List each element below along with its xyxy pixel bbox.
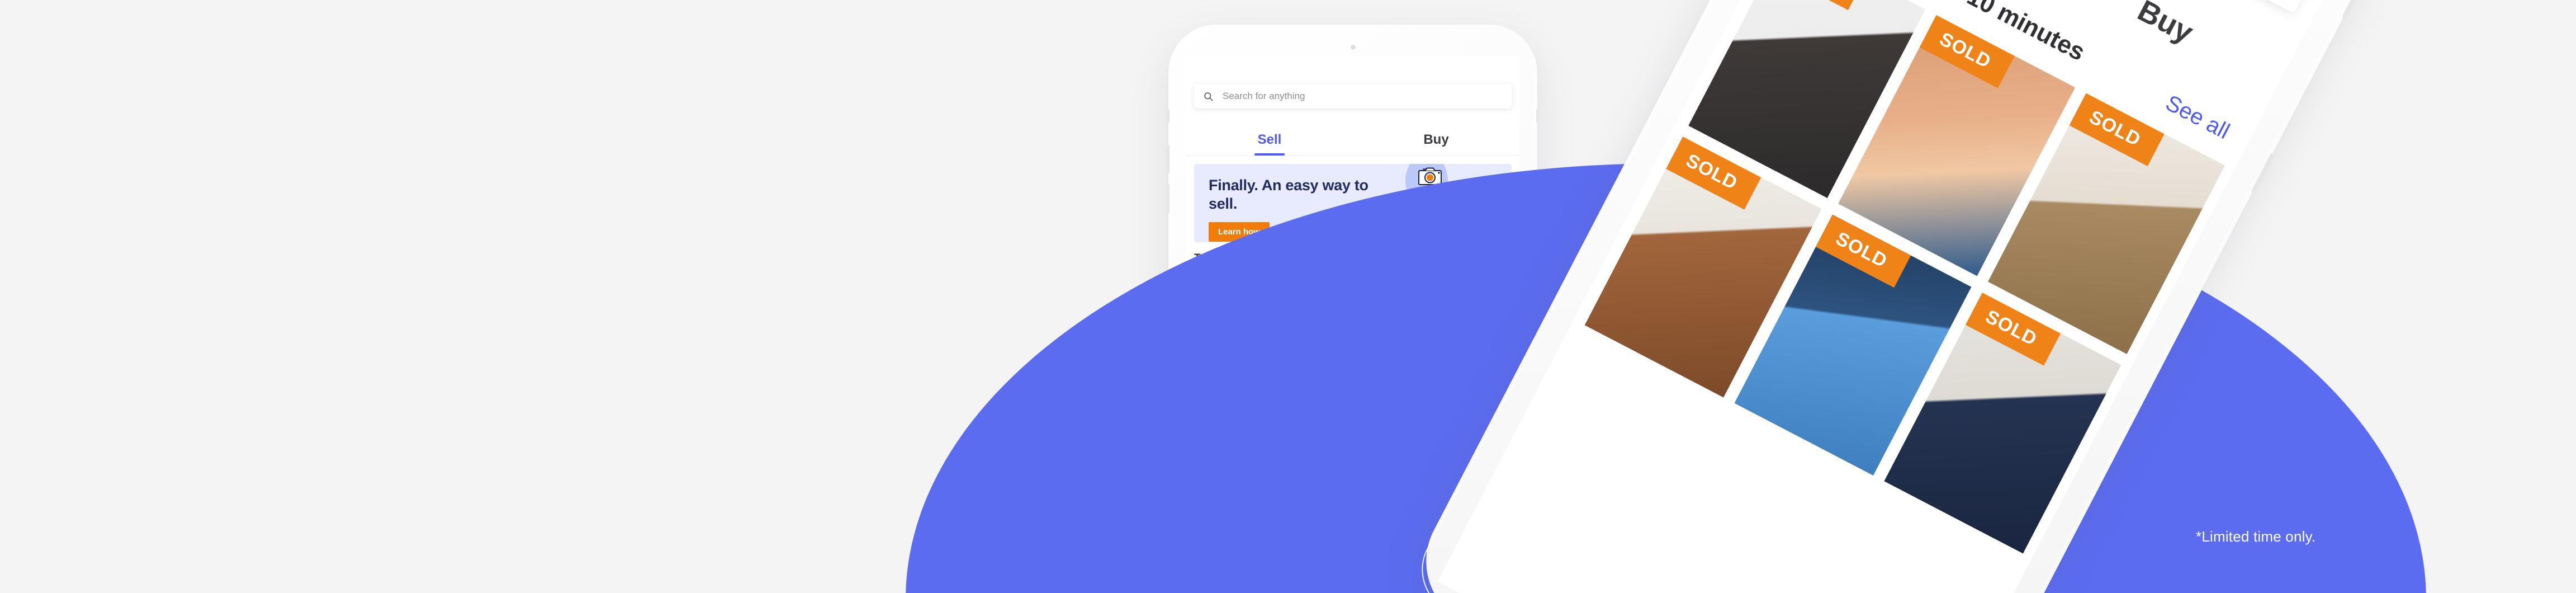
- right-phone-screen: Search for anything Sell Buy Sold in the…: [1437, 0, 2345, 593]
- search-input-placeholder: Search for anything: [1223, 91, 1305, 101]
- proximity-sensor-icon: [1351, 45, 1356, 50]
- center-tabbar: Sell Buy: [1186, 124, 1519, 156]
- power-button[interactable]: [1536, 109, 1539, 123]
- tab-buy-label: Buy: [2132, 0, 2199, 50]
- status-badge: SOLD: [1769, 0, 1865, 11]
- volume-down-button[interactable]: [1167, 184, 1169, 213]
- see-all-link[interactable]: See all: [2161, 91, 2234, 144]
- marketing-hero-stage: Search for anything Sell Buy Finally. An…: [0, 0, 2576, 593]
- power-button[interactable]: [2342, 0, 2356, 20]
- search-bar[interactable]: Search for anything: [1194, 84, 1512, 109]
- search-icon: [1203, 91, 1214, 102]
- tab-buy-label: Buy: [1423, 132, 1449, 147]
- status-bar-area: [1186, 56, 1519, 82]
- tab-sell[interactable]: Sell: [1186, 124, 1353, 156]
- tab-sell-label: Sell: [1257, 132, 1282, 147]
- volume-up-button[interactable]: [1167, 145, 1169, 174]
- tab-buy[interactable]: Buy: [1353, 124, 1519, 156]
- mute-switch[interactable]: [1167, 109, 1169, 123]
- power-button-secondary[interactable]: [2251, 153, 2275, 194]
- limited-time-footnote: *Limited time only.: [2196, 528, 2316, 545]
